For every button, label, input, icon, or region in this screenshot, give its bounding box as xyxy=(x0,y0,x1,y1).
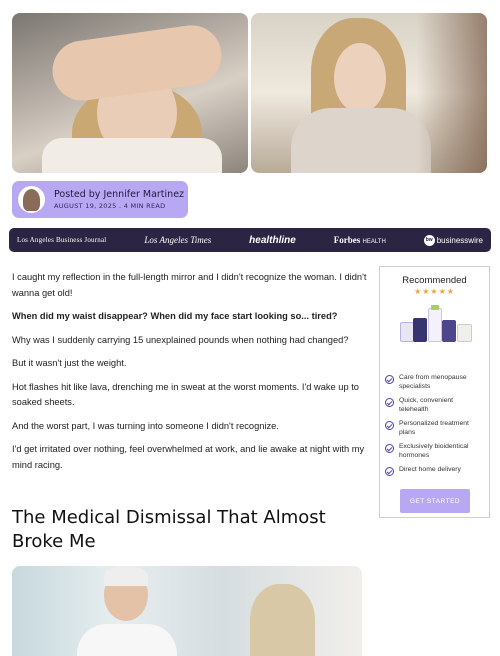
press-logo-bar: Los Angeles Business Journal Los Angeles… xyxy=(9,228,491,252)
hero-image-woman-in-mirror xyxy=(251,13,487,173)
article-paragraph: Why was I suddenly carrying 15 unexplain… xyxy=(12,334,349,345)
feature-item: Personalized treatment plans xyxy=(385,420,483,437)
feature-item: Quick, convenient telehealth xyxy=(385,397,483,414)
article-paragraph: I'd get irritated over nothing, feel ove… xyxy=(12,444,365,470)
check-circle-icon xyxy=(385,467,394,476)
doctor-consultation-image xyxy=(12,566,362,656)
author-avatar xyxy=(18,186,45,213)
check-circle-icon xyxy=(385,444,394,453)
article-body: I caught my reflection in the full-lengt… xyxy=(12,270,367,481)
get-started-button[interactable]: GET STARTED xyxy=(400,489,470,513)
check-circle-icon xyxy=(385,375,394,384)
check-circle-icon xyxy=(385,421,394,430)
section-heading: The Medical Dismissal That Almost Broke … xyxy=(12,507,326,552)
post-date: AUGUST 19, 2025 . 4 MIN READ xyxy=(54,202,166,210)
hero-image-woman-covering-eyes xyxy=(12,13,248,173)
feature-list: Care from menopause specialists Quick, c… xyxy=(380,374,489,476)
feature-item: Exclusively bioidentical hormones xyxy=(385,443,483,460)
logo-healthline: healthline xyxy=(249,234,296,246)
check-circle-icon xyxy=(385,398,394,407)
logo-forbes-health: Forbes HEALTH xyxy=(333,235,386,245)
product-image xyxy=(399,305,472,342)
recommended-sidebar: Recommended ★★★★★ Care from menopause sp… xyxy=(379,266,490,518)
article-paragraph: When did my waist disappear? When did my… xyxy=(12,311,338,321)
hero-images xyxy=(12,13,487,173)
author-badge[interactable]: Posted by Jennifer Martinez AUGUST 19, 2… xyxy=(12,181,188,218)
author-name: Posted by Jennifer Martinez xyxy=(54,189,185,200)
feature-item: Care from menopause specialists xyxy=(385,374,483,391)
businesswire-icon: bw xyxy=(423,234,435,246)
article-paragraph: And the worst part, I was turning into s… xyxy=(12,420,279,431)
recommended-title: Recommended xyxy=(402,275,467,286)
article-paragraph: Hot flashes hit like lava, drenching me … xyxy=(12,381,359,408)
logo-la-business-journal: Los Angeles Business Journal xyxy=(17,236,107,244)
logo-businesswire: bw businesswire xyxy=(423,234,483,246)
star-rating: ★★★★★ xyxy=(414,287,455,296)
article-paragraph: I caught my reflection in the full-lengt… xyxy=(12,272,367,298)
article-paragraph: But it wasn't just the weight. xyxy=(12,358,127,368)
logo-la-times: Los Angeles Times xyxy=(144,235,212,245)
feature-item: Direct home delivery xyxy=(385,466,483,476)
